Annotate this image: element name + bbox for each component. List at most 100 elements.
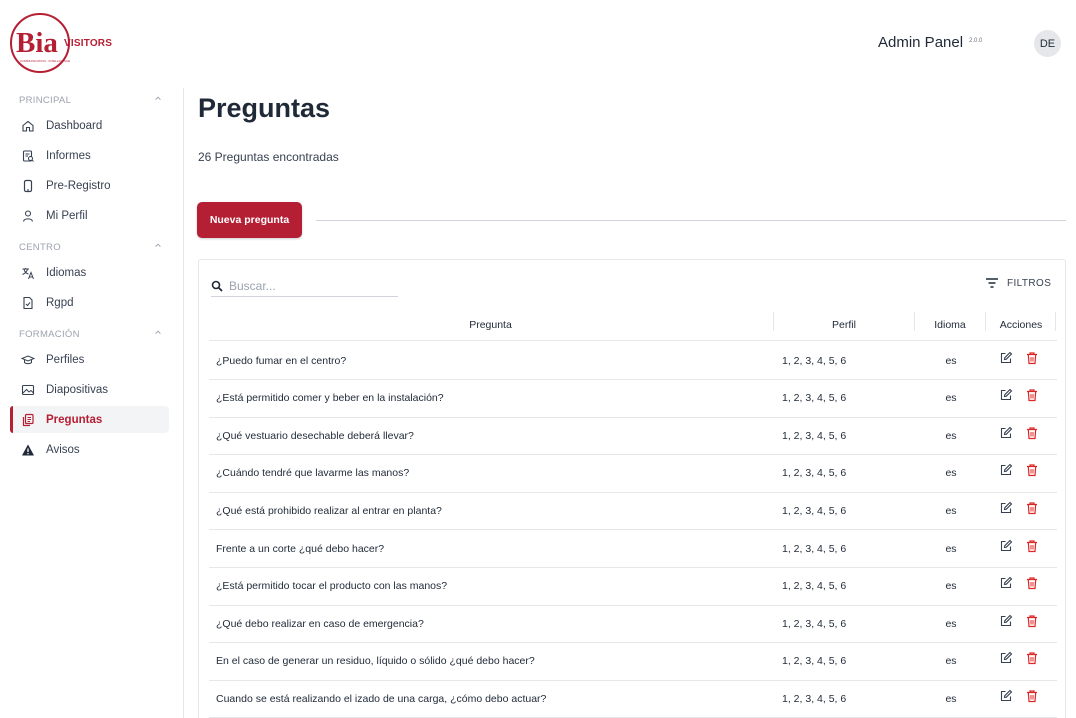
sidebar-item-preguntas[interactable]: Preguntas: [10, 406, 169, 433]
search-field[interactable]: [211, 276, 398, 297]
question-cell: En el caso de generar un residuo, líquid…: [216, 655, 535, 668]
question-cell: ¿Qué debo realizar en caso de emergencia…: [216, 617, 424, 630]
profile-cell: 1, 2, 3, 4, 5, 6: [782, 542, 847, 555]
edit-icon[interactable]: [999, 651, 1013, 666]
language-cell: es: [945, 504, 957, 517]
graduation-cap-icon: [21, 353, 35, 367]
edit-icon[interactable]: [999, 500, 1013, 515]
warning-icon: [21, 443, 35, 457]
profile-cell: 1, 2, 3, 4, 5, 6: [782, 429, 847, 442]
column-header-idioma[interactable]: Idioma: [915, 310, 985, 340]
section-header-formacion[interactable]: FORMACIÓN: [19, 329, 162, 340]
edit-icon[interactable]: [999, 388, 1013, 403]
delete-icon[interactable]: [1025, 388, 1039, 403]
sidebar: PRINCIPAL Dashboard Informes Pre-Registr…: [0, 88, 184, 718]
delete-icon[interactable]: [1025, 651, 1039, 666]
user-avatar[interactable]: DE: [1034, 30, 1061, 57]
table-row[interactable]: Frente a un corte ¿qué debo hacer? 1, 2, …: [209, 530, 1057, 568]
edit-icon[interactable]: [999, 350, 1013, 365]
search-input[interactable]: [229, 279, 389, 293]
language-cell: es: [945, 467, 957, 480]
sidebar-item-label: Avisos: [46, 443, 80, 456]
actions-cell: [999, 677, 1039, 714]
sidebar-item-idiomas[interactable]: Idiomas: [10, 259, 169, 286]
question-cell: ¿Está permitido comer y beber en la inst…: [216, 392, 444, 405]
slides-icon: [21, 383, 35, 397]
edit-icon[interactable]: [999, 688, 1013, 703]
section-label: PRINCIPAL: [19, 95, 72, 106]
delete-icon[interactable]: [1025, 425, 1039, 440]
column-header-pregunta[interactable]: Pregunta: [209, 310, 772, 340]
section-header-principal[interactable]: PRINCIPAL: [19, 95, 162, 106]
sidebar-item-perfiles[interactable]: Perfiles: [10, 346, 169, 373]
sidebar-item-dashboard[interactable]: Dashboard: [10, 112, 169, 139]
table-row[interactable]: ¿Qué debo realizar en caso de emergencia…: [209, 605, 1057, 644]
edit-icon[interactable]: [999, 613, 1013, 628]
edit-icon[interactable]: [999, 425, 1013, 440]
question-cell: ¿Qué vestuario desechable deberá llevar?: [216, 429, 414, 442]
edit-icon[interactable]: [999, 576, 1013, 591]
column-header-perfil[interactable]: Perfil: [774, 310, 914, 340]
table-header: Pregunta Perfil Idioma Acciones: [209, 310, 1057, 341]
edit-icon[interactable]: [999, 463, 1013, 478]
table-row[interactable]: ¿Está permitido tocar el producto con la…: [209, 568, 1057, 606]
admin-version: 2.0.0: [969, 38, 983, 44]
section-header-centro[interactable]: CENTRO: [19, 242, 162, 253]
profile-cell: 1, 2, 3, 4, 5, 6: [782, 467, 847, 480]
profile-cell: 1, 2, 3, 4, 5, 6: [782, 392, 847, 405]
language-cell: es: [945, 354, 957, 367]
delete-icon[interactable]: [1025, 613, 1039, 628]
new-question-button[interactable]: Nueva pregunta: [197, 202, 302, 238]
page-title: Preguntas: [198, 93, 331, 123]
column-header-acciones: Acciones: [999, 319, 1043, 331]
actions-cell: [999, 565, 1039, 602]
sidebar-item-diapositivas[interactable]: Diapositivas: [10, 376, 169, 403]
phone-icon: [21, 179, 35, 193]
user-icon: [21, 209, 35, 223]
sidebar-item-informes[interactable]: Informes: [10, 142, 169, 169]
language-cell: es: [945, 617, 957, 630]
filters-button[interactable]: FILTROS: [985, 277, 1051, 289]
language-cell: es: [945, 542, 957, 555]
delete-icon[interactable]: [1025, 500, 1039, 515]
delete-icon[interactable]: [1025, 350, 1039, 365]
table-row[interactable]: Cuando se está realizando el izado de un…: [209, 680, 1057, 718]
language-cell: es: [945, 429, 957, 442]
sidebar-item-label: Mi Perfil: [46, 209, 88, 222]
delete-icon[interactable]: [1025, 463, 1039, 478]
table-row[interactable]: En el caso de generar un residuo, líquid…: [209, 643, 1057, 681]
table-row[interactable]: ¿Cuándo tendré que lavarme las manos? 1, …: [209, 455, 1057, 493]
delete-icon[interactable]: [1025, 576, 1039, 591]
profile-cell: 1, 2, 3, 4, 5, 6: [782, 692, 847, 705]
logo-text: Bia: [16, 27, 58, 59]
table-row[interactable]: ¿Está permitido comer y beber en la inst…: [209, 380, 1057, 418]
edit-icon[interactable]: [999, 538, 1013, 553]
brand-logo[interactable]: Bia VISITORS COMMUNICATION · INTELLIGENC…: [10, 13, 130, 75]
sidebar-item-mi-perfil[interactable]: Mi Perfil: [10, 202, 169, 229]
divider: [316, 220, 1066, 221]
actions-cell: [999, 339, 1039, 376]
translate-icon: [21, 266, 35, 280]
table-row[interactable]: ¿Puedo fumar en el centro? 1, 2, 3, 4, 5,…: [209, 342, 1057, 380]
actions-cell: [999, 414, 1039, 451]
questions-table-card: FILTROS Pregunta Perfil Idioma Acciones …: [198, 259, 1066, 718]
copy-icon: [21, 413, 35, 427]
sidebar-item-avisos[interactable]: Avisos: [10, 436, 169, 463]
sidebar-item-label: Pre-Registro: [46, 179, 111, 192]
question-cell: ¿Cuándo tendré que lavarme las manos?: [216, 467, 410, 480]
results-count: 26 Preguntas encontradas: [198, 150, 339, 164]
table-row[interactable]: ¿Qué vestuario desechable deberá llevar?…: [209, 414, 1057, 456]
question-cell: Cuando se está realizando el izado de un…: [216, 692, 547, 705]
section-label: FORMACIÓN: [19, 329, 80, 340]
actions-cell: [999, 489, 1039, 526]
delete-icon[interactable]: [1025, 538, 1039, 553]
sidebar-item-label: Idiomas: [46, 266, 87, 279]
profile-cell: 1, 2, 3, 4, 5, 6: [782, 655, 847, 668]
table-row[interactable]: ¿Qué está prohibido realizar al entrar e…: [209, 489, 1057, 531]
sidebar-item-rgpd[interactable]: Rgpd: [10, 289, 169, 316]
logo-tagline: COMMUNICATION · INTELLIGENCE: [20, 59, 71, 63]
chevron-up-icon: [155, 243, 161, 247]
language-cell: es: [945, 692, 957, 705]
sidebar-item-pre-registro[interactable]: Pre-Registro: [10, 172, 169, 199]
delete-icon[interactable]: [1025, 688, 1039, 703]
